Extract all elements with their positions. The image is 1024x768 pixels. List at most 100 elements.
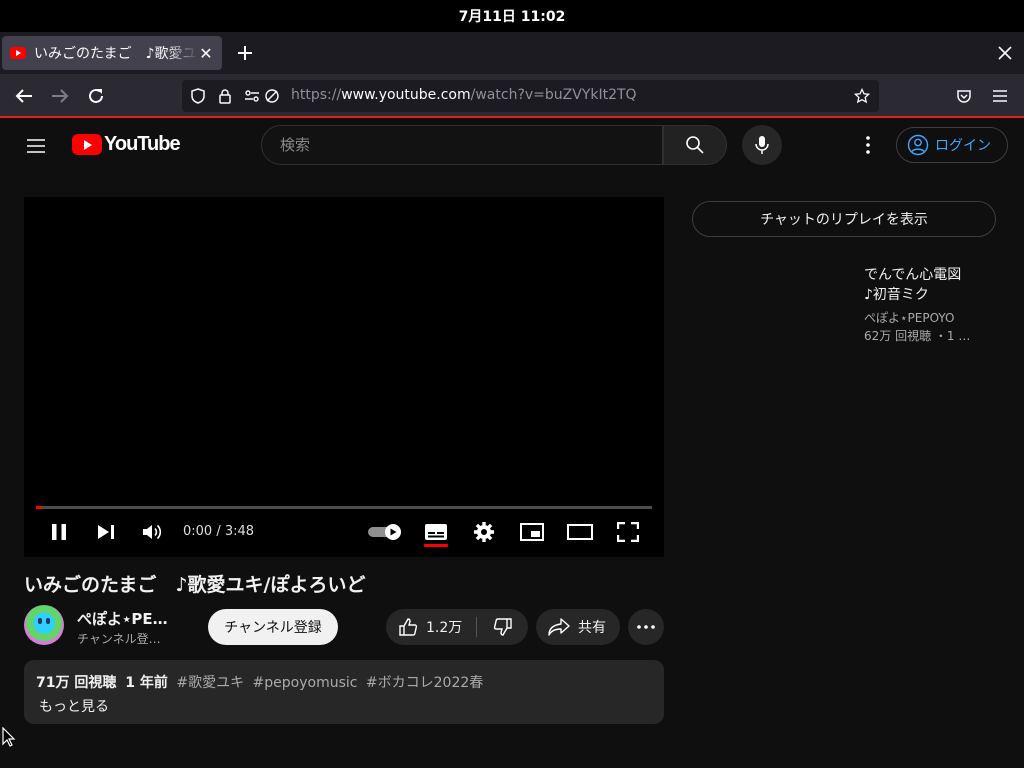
show-more-link[interactable]: もっと見る	[39, 696, 652, 716]
url-path: /watch?v=buZVYkIt2TQ	[470, 87, 637, 103]
subtitles-active-indicator	[424, 544, 448, 547]
subtitles-button[interactable]	[422, 518, 450, 546]
more-vertical-icon	[866, 136, 870, 154]
microphone-icon	[755, 136, 769, 154]
reload-button[interactable]	[82, 82, 110, 110]
reload-icon	[89, 88, 103, 103]
theater-mode-button[interactable]	[566, 518, 594, 546]
navigation-toolbar: https://www.youtube.com/watch?v=buZVYkIt…	[0, 74, 1024, 118]
youtube-header: YouTube ログイン	[0, 120, 1024, 170]
url-host: www.youtube.com	[341, 87, 471, 103]
close-icon	[998, 46, 1012, 60]
hamburger-menu-icon	[27, 139, 45, 153]
clock[interactable]: 7月11日 11:02	[459, 6, 566, 26]
hashtag-link[interactable]: #pepoyomusic	[253, 675, 358, 691]
search-icon	[686, 136, 704, 154]
volume-icon	[143, 524, 162, 540]
settings-button[interactable]	[470, 518, 498, 546]
autoplay-toggle[interactable]	[366, 518, 404, 546]
permissions-icon[interactable]	[244, 88, 260, 104]
hashtag-link[interactable]: #ボカコレ2022春	[366, 675, 483, 691]
avatar-eye	[38, 618, 42, 624]
video-title: いみごのたまご ♪歌愛ユキ/ぽよろいど	[24, 574, 366, 596]
forward-button[interactable]	[46, 82, 74, 110]
mouse-cursor-icon	[2, 727, 16, 747]
video-player[interactable]: 0:00 / 3:48	[24, 197, 664, 557]
plus-icon	[238, 46, 252, 60]
channel-avatar[interactable]	[24, 605, 64, 645]
app-menu-button[interactable]	[986, 82, 1014, 110]
more-actions-button[interactable]	[628, 609, 664, 645]
avatar-eye	[46, 618, 50, 624]
recommended-title-line: ♪初音ミク	[864, 287, 929, 303]
subscribe-button[interactable]: チャンネル登録	[208, 609, 338, 645]
recommended-video[interactable]: でんでん心電図 ♪初音ミク ぺぽよ⋆PEPOYO 62万 回視聴 ・1 年前	[864, 265, 1004, 345]
autoplay-toggle-icon	[368, 524, 401, 540]
shield-icon[interactable]	[190, 88, 206, 104]
thumbs-up-icon	[399, 618, 418, 636]
url-bar[interactable]: https://www.youtube.com/watch?v=buZVYkIt…	[182, 80, 879, 112]
youtube-favicon-icon	[10, 47, 26, 59]
tab-close-icon[interactable]: ✕	[198, 44, 214, 63]
url-text: https://www.youtube.com/watch?v=buZVYkIt…	[291, 87, 637, 103]
recommended-channel: ぺぽよ⋆PEPOYO	[864, 311, 955, 325]
tab-strip: いみごのたまご ♪歌愛ユキ/ぽよろいど ✕	[0, 32, 1024, 74]
pause-button[interactable]	[46, 518, 72, 546]
share-icon	[548, 618, 570, 636]
upload-age: 1 年前	[125, 675, 168, 691]
show-chat-replay-button[interactable]: チャットのリプレイを表示	[692, 201, 996, 237]
youtube-logo[interactable]: YouTube	[72, 133, 181, 156]
youtube-logo-text: YouTube	[104, 133, 181, 155]
mute-button[interactable]	[140, 518, 166, 546]
search-box[interactable]	[261, 125, 663, 165]
bookmark-star-icon[interactable]	[854, 88, 870, 104]
description-box[interactable]: 71万 回視聴 1 年前 #歌愛ユキ #pepoyomusic #ボカコレ202…	[24, 660, 664, 724]
next-button[interactable]	[93, 518, 119, 546]
progress-bar[interactable]	[36, 506, 652, 509]
hamburger-menu-icon	[993, 90, 1007, 102]
miniplayer-button[interactable]	[518, 518, 546, 546]
gear-icon	[474, 522, 494, 542]
youtube-play-icon	[72, 134, 102, 155]
pause-icon	[52, 524, 66, 540]
settings-menu-button[interactable]	[856, 133, 880, 157]
like-count: 1.2万	[426, 620, 463, 636]
skip-next-icon	[98, 525, 114, 539]
recommended-title-line: でんでん心電図	[864, 267, 962, 283]
system-top-bar: 7月11日 11:02	[0, 0, 1024, 32]
time-display: 0:00 / 3:48	[183, 524, 255, 539]
dislike-button[interactable]	[477, 609, 528, 645]
view-count: 71万 回視聴	[36, 675, 117, 691]
fullscreen-icon	[617, 522, 639, 542]
fullscreen-button[interactable]	[614, 518, 642, 546]
window-close-button[interactable]	[992, 40, 1018, 66]
channel-name[interactable]: ぺぽよ⋆PEPOYO	[77, 608, 177, 629]
search-input[interactable]	[278, 135, 662, 155]
share-button[interactable]: 共有	[536, 609, 620, 645]
like-dislike-group: 1.2万	[386, 609, 528, 645]
like-button[interactable]: 1.2万	[386, 609, 476, 645]
lock-icon[interactable]	[217, 88, 233, 104]
subtitles-icon	[425, 524, 447, 540]
back-button[interactable]	[10, 82, 38, 110]
back-arrow-icon	[15, 89, 32, 103]
new-tab-button[interactable]	[232, 40, 258, 66]
login-button[interactable]: ログイン	[896, 127, 1008, 163]
url-scheme: https://	[291, 87, 342, 103]
voice-search-button[interactable]	[742, 125, 782, 165]
search-button[interactable]	[663, 125, 727, 165]
recommended-stats: 62万 回視聴 ・1 年前	[864, 329, 976, 343]
hashtag-link[interactable]: #歌愛ユキ	[176, 675, 244, 691]
tracking-blocked-icon[interactable]	[264, 88, 280, 104]
theater-mode-icon	[567, 524, 593, 540]
pocket-icon	[957, 90, 971, 103]
progress-fill	[36, 506, 42, 509]
miniplayer-icon	[520, 523, 544, 541]
pocket-button[interactable]	[950, 82, 978, 110]
login-label: ログイン	[935, 138, 991, 154]
more-horizontal-icon	[637, 625, 655, 629]
share-label: 共有	[578, 620, 606, 636]
subscriber-count: チャンネル登録者数	[77, 632, 172, 646]
guide-menu-button[interactable]	[24, 134, 48, 158]
browser-tab[interactable]: いみごのたまご ♪歌愛ユキ/ぽよろいど ✕	[2, 36, 222, 70]
